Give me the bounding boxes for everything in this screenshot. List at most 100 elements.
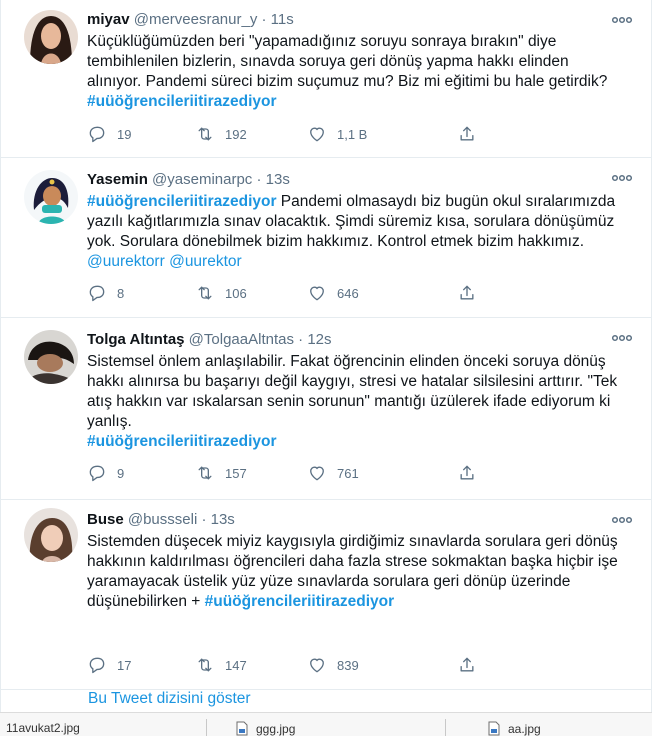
separator-dot: · [256, 171, 262, 188]
avatar[interactable] [24, 508, 78, 562]
tweet[interactable]: miyav @merveesranur_y · 11s Küçüklüğümüz… [1, 0, 651, 158]
user-handle[interactable]: @merveesranur_y [134, 11, 258, 28]
avatar[interactable] [24, 330, 78, 384]
like-button[interactable]: 646 [307, 283, 457, 303]
retweet-icon [198, 658, 212, 672]
download-divider [445, 719, 446, 736]
user-handle[interactable]: @yaseminarpc [152, 171, 252, 188]
timestamp[interactable]: 13s [266, 171, 290, 188]
tweet[interactable]: Tolga Altıntaş @TolgaaAltntas · 12s Sist… [1, 318, 651, 500]
tweet-actions: 9 157 761 [87, 463, 591, 483]
share-button[interactable] [457, 655, 487, 675]
tweet[interactable]: Yasemin @yaseminarpc · 13s #uüöğrenciler… [1, 158, 651, 318]
like-count: 646 [337, 285, 359, 301]
tweet-thread: miyav @merveesranur_y · 11s Küçüklüğümüz… [0, 0, 652, 712]
display-name[interactable]: miyav [87, 11, 130, 28]
share-icon [460, 657, 474, 672]
hashtag-link[interactable]: #uüöğrencileriitirazediyor [87, 193, 277, 210]
tweet-header: Tolga Altıntaş @TolgaaAltntas · 12s [87, 330, 627, 350]
display-name[interactable]: Tolga Altıntaş [87, 331, 185, 348]
share-icon [460, 285, 474, 300]
hashtag-link[interactable]: #uüöğrencileriitirazediyor [87, 93, 277, 110]
hashtag-link[interactable]: #uüöğrencileriitirazediyor [87, 433, 277, 450]
more-icon[interactable] [611, 12, 633, 28]
retweet-button[interactable]: 147 [195, 655, 307, 675]
reply-icon [89, 126, 105, 143]
retweet-button[interactable]: 157 [195, 463, 307, 483]
like-icon [310, 658, 324, 673]
tweet-text: Küçüklüğümüzden beri "yapamadığınız soru… [87, 32, 627, 112]
mention-link[interactable]: @uurektor [169, 253, 242, 270]
avatar[interactable] [24, 10, 78, 64]
reply-button[interactable]: 19 [87, 124, 195, 144]
retweet-count: 192 [225, 126, 247, 142]
reply-count: 9 [117, 465, 125, 481]
more-icon[interactable] [611, 512, 633, 528]
reply-button[interactable]: 9 [87, 463, 195, 483]
reply-count: 17 [117, 657, 132, 673]
share-button[interactable] [457, 124, 487, 144]
more-icon[interactable] [611, 330, 633, 346]
share-button[interactable] [457, 463, 487, 483]
reply-button[interactable]: 17 [87, 655, 195, 675]
avatar[interactable] [24, 170, 78, 224]
timestamp[interactable]: 13s [211, 511, 235, 528]
separator-dot: · [261, 11, 267, 28]
reply-count: 8 [117, 285, 125, 301]
reply-button[interactable]: 8 [87, 283, 195, 303]
retweet-icon [198, 466, 212, 480]
timestamp[interactable]: 11s [271, 11, 294, 28]
like-count: 761 [337, 465, 359, 481]
retweet-count: 106 [225, 285, 247, 301]
tweet-body: Küçüklüğümüzden beri "yapamadığınız soru… [87, 33, 608, 90]
download-item[interactable]: aa.jpg [488, 721, 541, 736]
tweet[interactable]: Buse @bussseli · 13s Sistemden düşecek m… [1, 500, 651, 690]
downloads-bar: 11avukat2.jpg ggg.jpg aa.jpg [0, 712, 652, 736]
tweet-header: miyav @merveesranur_y · 11s [87, 10, 627, 30]
timestamp[interactable]: 12s [307, 331, 331, 348]
more-icon[interactable] [611, 170, 633, 186]
show-thread-link[interactable]: Bu Tweet dizisini göster [88, 690, 251, 708]
like-count: 1,1 B [337, 126, 368, 142]
like-button[interactable]: 1,1 B [307, 124, 457, 144]
like-button[interactable]: 839 [307, 655, 457, 675]
like-icon [310, 286, 324, 301]
hashtag-link[interactable]: #uüöğrencileriitirazediyor [205, 593, 395, 610]
retweet-button[interactable]: 192 [195, 124, 307, 144]
tweet-text: Sistemden düşecek miyiz kaygısıyla girdi… [87, 532, 627, 612]
download-item[interactable]: 11avukat2.jpg [6, 721, 80, 735]
user-handle[interactable]: @TolgaaAltntas [189, 331, 294, 348]
download-divider [206, 719, 207, 736]
like-icon [310, 466, 324, 481]
file-icon [488, 721, 500, 736]
tweet-actions: 19 192 1,1 B [87, 124, 591, 144]
like-count: 839 [337, 657, 359, 673]
retweet-icon [198, 127, 212, 141]
user-handle[interactable]: @bussseli [128, 511, 197, 528]
separator-dot: · [298, 331, 304, 348]
show-thread-row: Bu Tweet dizisini göster [0, 690, 652, 712]
share-icon [460, 126, 474, 141]
tweet-text: #uüöğrencileriitirazediyor Pandemi olmas… [87, 192, 627, 272]
tweet-actions: 8 106 646 [87, 283, 591, 303]
retweet-button[interactable]: 106 [195, 283, 307, 303]
file-icon [236, 721, 248, 736]
retweet-count: 157 [225, 465, 247, 481]
download-filename: 11avukat2.jpg [6, 721, 80, 735]
display-name[interactable]: Buse [87, 511, 124, 528]
share-icon [460, 465, 474, 480]
like-button[interactable]: 761 [307, 463, 457, 483]
tweet-header: Yasemin @yaseminarpc · 13s [87, 170, 627, 190]
separator-dot: · [201, 511, 207, 528]
tweet-body: Sistemsel önlem anlaşılabilir. Fakat öğr… [87, 353, 618, 430]
display-name[interactable]: Yasemin [87, 171, 148, 188]
share-button[interactable] [457, 283, 487, 303]
download-item[interactable]: ggg.jpg [236, 721, 295, 736]
retweet-count: 147 [225, 657, 247, 673]
reply-icon [89, 285, 105, 302]
download-filename: aa.jpg [508, 721, 541, 736]
download-filename: ggg.jpg [256, 721, 296, 736]
tweet-actions: 17 147 839 [87, 655, 591, 675]
mention-link[interactable]: @uurektorr [87, 253, 165, 270]
reply-icon [89, 657, 105, 674]
